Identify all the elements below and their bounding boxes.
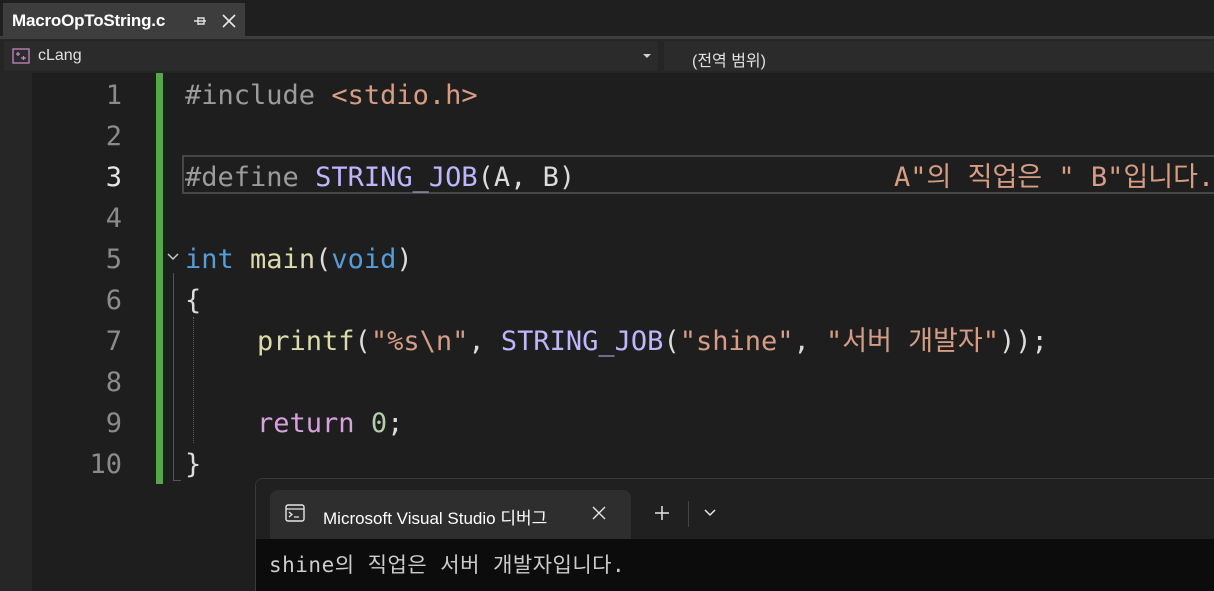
chevron-down-icon xyxy=(643,54,651,58)
return-keyword: return xyxy=(257,408,355,439)
line-number: 7 xyxy=(105,326,122,357)
line-number: 4 xyxy=(105,203,122,234)
code-line-5: int main(void) xyxy=(185,239,413,280)
macro-name: STRING_JOB xyxy=(315,162,478,193)
macro-params: (A, B) xyxy=(477,162,576,193)
chevron-down-icon[interactable] xyxy=(704,509,716,517)
member-scope-label: (전역 범위) xyxy=(692,53,766,70)
closing-tokens: )); xyxy=(998,326,1048,357)
fold-region-end xyxy=(173,480,181,481)
navigation-bar: cLang (전역 범위) xyxy=(0,39,1214,73)
code-line-6: { xyxy=(185,280,201,321)
number-literal: 0 xyxy=(370,408,388,439)
project-scope-icon xyxy=(12,48,30,64)
comma: , xyxy=(793,326,827,357)
document-tab-label: MacroOpToString.c xyxy=(12,10,166,30)
change-tracking-bar xyxy=(156,73,163,484)
paren: ) xyxy=(396,244,413,275)
preprocessor-directive: #include xyxy=(185,80,316,111)
line-number-gutter: 1 2 3 4 5 6 7 8 9 10 xyxy=(32,73,156,591)
line-number: 5 xyxy=(105,244,122,275)
line-number: 8 xyxy=(105,367,122,398)
debug-console-window: Microsoft Visual Studio 디버그 shine의 직업은 서… xyxy=(255,478,1214,591)
close-icon[interactable] xyxy=(221,13,237,29)
line-number-active: 3 xyxy=(105,162,122,193)
fold-region-line xyxy=(173,273,174,481)
line-number: 10 xyxy=(89,449,122,480)
type-keyword: int xyxy=(185,244,234,275)
title-bar-separator xyxy=(688,501,689,527)
param-keyword: void xyxy=(331,244,397,275)
line-number: 9 xyxy=(105,408,122,439)
string-arg-2: "서버 개발자" xyxy=(826,326,999,357)
code-line-1: #include <stdio.h> xyxy=(185,75,478,116)
plus-icon[interactable] xyxy=(654,505,670,521)
line-number: 1 xyxy=(105,80,122,111)
close-brace: } xyxy=(185,449,202,480)
collapse-chevron-icon[interactable] xyxy=(166,250,180,264)
macro-call: STRING_JOB xyxy=(500,326,664,357)
code-line-3: #define STRING_JOB(A, B) A"의 직업은 " B"입니다.… xyxy=(185,157,1214,198)
line-number: 6 xyxy=(105,285,122,316)
console-title-bar: Microsoft Visual Studio 디버그 xyxy=(256,479,1214,539)
format-string: "%s\n" xyxy=(370,326,469,357)
indent-guide xyxy=(193,317,194,443)
include-header: <stdio.h> xyxy=(331,80,478,111)
preprocessor-directive: #define xyxy=(185,162,299,193)
code-line-7: printf("%s\n", STRING_JOB("shine", "서버 개… xyxy=(257,321,1048,362)
code-line-10: } xyxy=(185,444,201,485)
semicolon: ; xyxy=(387,408,404,439)
document-tab[interactable]: MacroOpToString.c xyxy=(3,3,245,38)
comma: , xyxy=(468,326,501,357)
member-scope-dropdown[interactable]: (전역 범위) xyxy=(664,41,1214,71)
terminal-icon xyxy=(285,504,305,522)
document-tab-strip: MacroOpToString.c xyxy=(0,0,1214,39)
code-line-9: return 0; xyxy=(257,403,403,444)
paren: ( xyxy=(663,326,680,357)
string-arg-1: "shine" xyxy=(679,326,794,357)
line-number: 2 xyxy=(105,121,122,152)
pin-icon[interactable] xyxy=(193,14,207,28)
paren: ( xyxy=(315,244,332,275)
paren: ( xyxy=(354,326,371,357)
project-scope-label: cLang xyxy=(38,47,82,64)
function-name: main xyxy=(250,244,316,275)
function-call: printf xyxy=(257,326,355,357)
console-output-text: shine의 직업은 서버 개발자입니다. xyxy=(269,553,626,577)
project-scope-dropdown[interactable]: cLang xyxy=(4,41,658,71)
console-title: Microsoft Visual Studio 디버그 xyxy=(323,509,548,528)
close-icon[interactable] xyxy=(592,506,606,520)
console-tab[interactable]: Microsoft Visual Studio 디버그 xyxy=(270,490,631,539)
console-output-area[interactable]: shine의 직업은 서버 개발자입니다. xyxy=(256,539,1214,591)
macro-body: A"의 직업은 " B"입니다." xyxy=(894,162,1214,193)
indicator-margin xyxy=(0,73,32,591)
open-brace: { xyxy=(185,285,202,316)
